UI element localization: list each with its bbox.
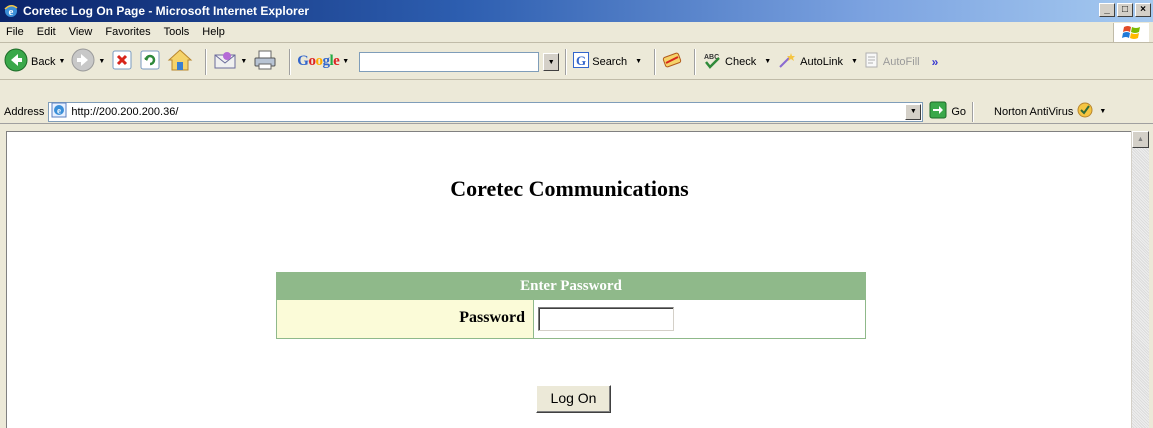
menu-file[interactable]: File bbox=[6, 26, 24, 38]
chevron-down-icon[interactable]: ▼ bbox=[240, 58, 247, 65]
refresh-icon bbox=[139, 49, 161, 74]
title-bar: e Coretec Log On Page - Microsoft Intern… bbox=[0, 0, 1153, 22]
forward-arrow-icon bbox=[71, 48, 95, 75]
google-search-dropdown[interactable]: ▼ bbox=[543, 53, 560, 71]
toolbar-separator bbox=[654, 48, 657, 75]
close-button[interactable]: × bbox=[1135, 3, 1151, 17]
vertical-scrollbar[interactable]: ▲ bbox=[1131, 131, 1149, 428]
check-label: Check bbox=[725, 55, 757, 68]
login-form: Enter Password Password bbox=[276, 272, 866, 339]
menu-favorites[interactable]: Favorites bbox=[105, 26, 150, 38]
chevron-down-icon[interactable]: ▼ bbox=[98, 58, 105, 65]
maximize-button[interactable]: □ bbox=[1117, 3, 1133, 17]
standard-toolbar: Back ▼ ▼ ▼ Google ▼ ▼ G Search ▼ ABC Che… bbox=[0, 44, 1153, 80]
log-on-button[interactable]: Log On bbox=[536, 385, 611, 413]
spellcheck-icon: ABC bbox=[702, 51, 722, 72]
menu-bar: File Edit View Favorites Tools Help bbox=[0, 22, 1153, 43]
back-label: Back bbox=[31, 55, 56, 68]
toolbar-band bbox=[0, 80, 1153, 101]
chevron-down-icon[interactable]: ▼ bbox=[1099, 108, 1106, 115]
address-bar: Address e http://200.200.200.36/ ▼ Go No… bbox=[0, 100, 1153, 124]
toolbar-overflow-chevron[interactable]: » bbox=[932, 55, 939, 69]
page-icon: e bbox=[51, 102, 67, 121]
google-g-icon: G bbox=[573, 52, 590, 71]
form-header: Enter Password bbox=[277, 273, 865, 299]
menu-tools[interactable]: Tools bbox=[164, 26, 190, 38]
toolbar-separator bbox=[972, 101, 975, 122]
window-title: Coretec Log On Page - Microsoft Internet… bbox=[23, 4, 310, 18]
print-button[interactable] bbox=[253, 47, 277, 77]
password-cell bbox=[534, 300, 865, 338]
menu-edit[interactable]: Edit bbox=[37, 26, 56, 38]
refresh-button[interactable] bbox=[139, 47, 161, 77]
autolink-wand-icon bbox=[777, 51, 797, 72]
password-row: Password bbox=[277, 299, 865, 338]
stop-icon bbox=[111, 49, 133, 74]
mail-icon bbox=[213, 49, 237, 74]
printer-icon bbox=[253, 49, 277, 74]
mail-button[interactable]: ▼ bbox=[213, 47, 247, 77]
home-button[interactable] bbox=[167, 47, 193, 77]
toolbar-separator bbox=[205, 48, 208, 75]
svg-text:e: e bbox=[9, 6, 14, 18]
forward-button[interactable]: ▼ bbox=[71, 47, 105, 77]
norton-antivirus-button[interactable]: Norton AntiVirus ▼ bbox=[994, 102, 1106, 121]
svg-text:G: G bbox=[576, 53, 586, 68]
password-input[interactable] bbox=[538, 307, 674, 331]
menu-view[interactable]: View bbox=[69, 26, 93, 38]
go-label: Go bbox=[951, 105, 967, 118]
chevron-down-icon: ▼ bbox=[342, 58, 350, 65]
password-label: Password bbox=[277, 300, 534, 338]
norton-shield-icon bbox=[1077, 102, 1093, 121]
pagerank-button[interactable] bbox=[662, 47, 682, 77]
page-content: Coretec Communications Enter Password Pa… bbox=[6, 131, 1131, 428]
google-search-input[interactable] bbox=[359, 51, 540, 72]
autofill-button[interactable]: AutoFill bbox=[864, 47, 920, 77]
toolbar-separator bbox=[289, 48, 292, 75]
norton-label: Norton AntiVirus bbox=[994, 105, 1074, 118]
autolink-button[interactable]: AutoLink ▼ bbox=[777, 47, 858, 77]
autolink-label: AutoLink bbox=[800, 55, 843, 68]
scroll-up-arrow-icon[interactable]: ▲ bbox=[1132, 131, 1149, 148]
autofill-label: AutoFill bbox=[882, 55, 920, 68]
spellcheck-button[interactable]: ABC Check ▼ bbox=[702, 47, 771, 77]
pagerank-icon bbox=[662, 51, 682, 72]
google-search-button[interactable]: G Search ▼ bbox=[573, 47, 642, 77]
window-frame-edge bbox=[1149, 131, 1153, 428]
minimize-button[interactable]: _ bbox=[1099, 3, 1115, 17]
stop-button[interactable] bbox=[111, 47, 133, 77]
address-dropdown[interactable]: ▼ bbox=[905, 103, 922, 120]
address-url: http://200.200.200.36/ bbox=[71, 105, 179, 118]
toolbar-separator bbox=[565, 48, 568, 75]
go-button[interactable]: Go bbox=[929, 101, 966, 122]
address-field[interactable]: e http://200.200.200.36/ ▼ bbox=[48, 101, 924, 122]
home-icon bbox=[167, 48, 193, 75]
back-button[interactable]: Back ▼ bbox=[4, 47, 65, 77]
svg-text:e: e bbox=[57, 106, 61, 116]
windows-logo-icon bbox=[1113, 23, 1149, 42]
toolbar-separator bbox=[694, 48, 697, 75]
address-label: Address bbox=[4, 105, 45, 118]
ie-icon: e bbox=[3, 3, 19, 19]
search-label: Search bbox=[592, 55, 628, 68]
chevron-down-icon[interactable]: ▼ bbox=[635, 58, 642, 65]
chevron-down-icon[interactable]: ▼ bbox=[851, 58, 858, 65]
chevron-down-icon[interactable]: ▼ bbox=[764, 58, 771, 65]
google-logo: Google bbox=[297, 53, 340, 69]
autofill-icon bbox=[864, 52, 880, 71]
back-arrow-icon bbox=[4, 48, 28, 75]
google-menu-button[interactable]: Google ▼ bbox=[297, 47, 349, 77]
chevron-down-icon[interactable]: ▼ bbox=[58, 58, 65, 65]
go-arrow-icon bbox=[929, 101, 947, 122]
page-heading: Coretec Communications bbox=[450, 176, 689, 201]
menu-help[interactable]: Help bbox=[202, 26, 225, 38]
